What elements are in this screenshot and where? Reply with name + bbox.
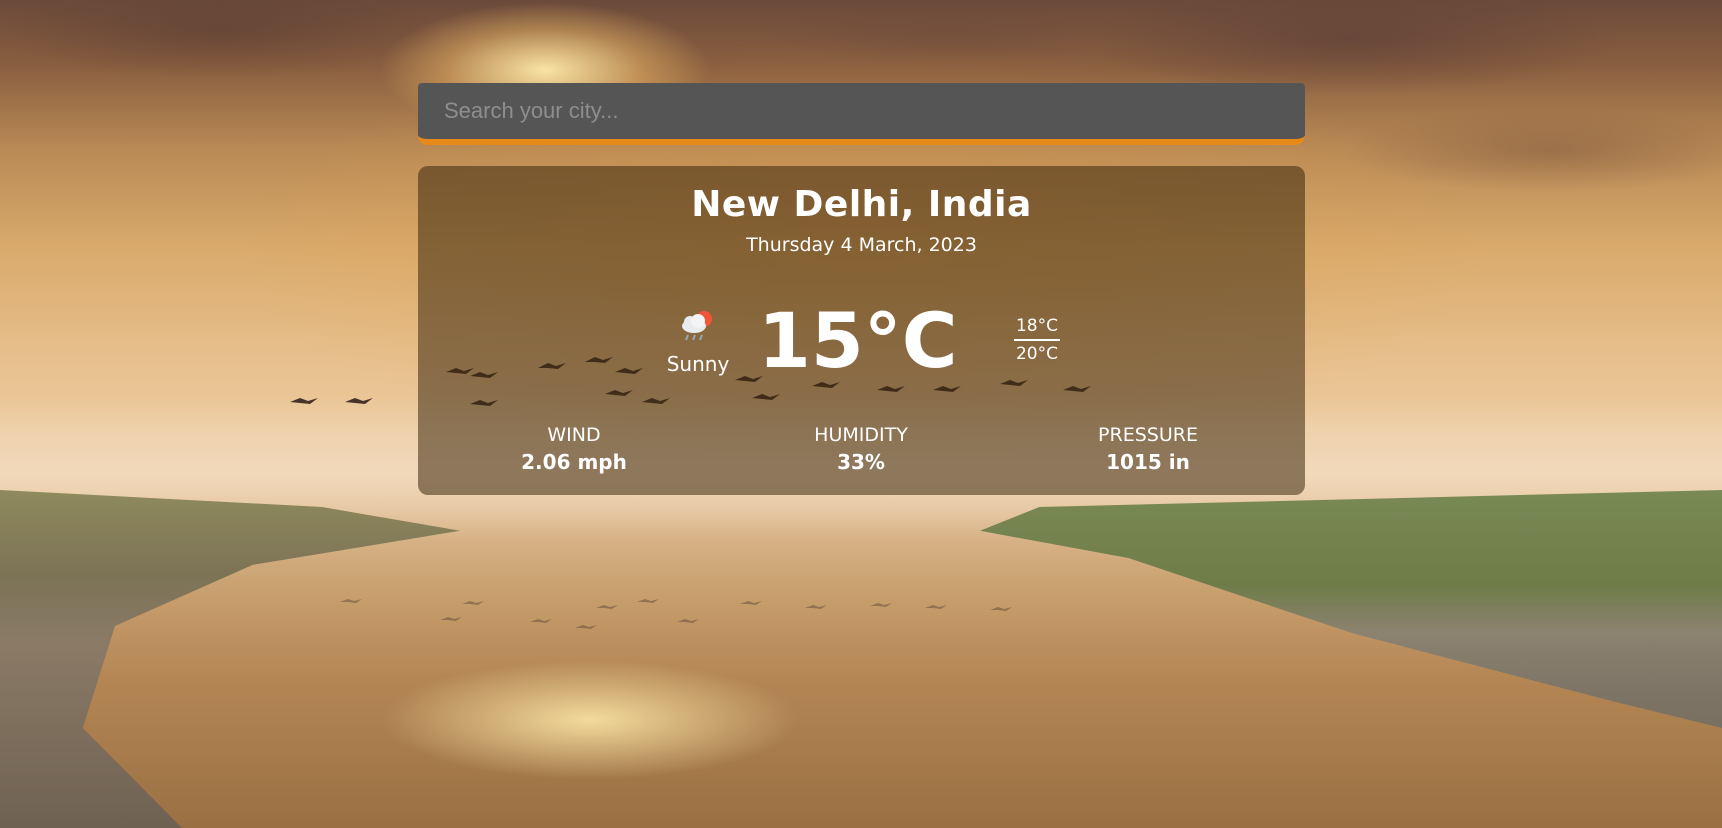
temp-divider	[1014, 339, 1060, 341]
wind-label: WIND	[547, 424, 601, 446]
pressure-label: PRESSURE	[1098, 424, 1198, 446]
temp-low: 20°C	[1015, 344, 1058, 364]
location-title: New Delhi, India	[691, 184, 1032, 225]
search-bar	[418, 83, 1305, 145]
temperature-range: 18°C 20°C	[1010, 314, 1064, 366]
condition-label: Sunny	[666, 352, 730, 376]
current-temperature: 15°C	[758, 296, 958, 385]
wind-stat: WIND 2.06 mph	[474, 424, 674, 474]
search-input[interactable]	[418, 83, 1305, 139]
cloud-sun-rain-icon	[682, 311, 712, 341]
pressure-value: 1015 in	[1106, 450, 1190, 474]
humidity-label: HUMIDITY	[814, 424, 908, 446]
current-date: Thursday 4 March, 2023	[746, 234, 977, 256]
wind-value: 2.06 mph	[521, 450, 627, 474]
humidity-value: 33%	[837, 450, 885, 474]
weather-card: New Delhi, India Thursday 4 March, 2023 …	[418, 166, 1305, 495]
humidity-stat: HUMIDITY 33%	[761, 424, 961, 474]
pressure-stat: PRESSURE 1015 in	[1048, 424, 1248, 474]
temp-high: 18°C	[1015, 316, 1058, 336]
weather-condition: Sunny	[648, 308, 748, 376]
